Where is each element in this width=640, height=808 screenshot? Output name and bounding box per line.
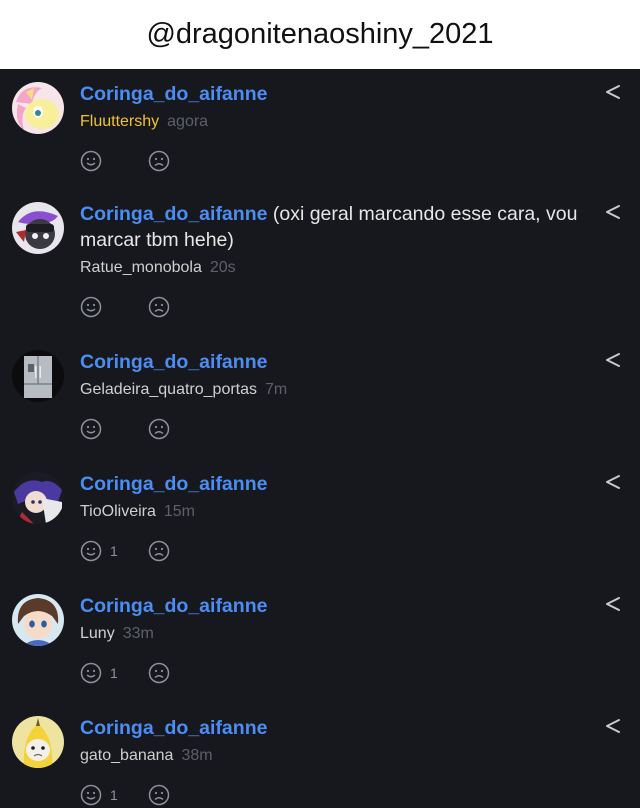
like-button[interactable]: 1 bbox=[80, 784, 118, 806]
dislike-button[interactable] bbox=[148, 296, 170, 318]
reply-arrow-icon[interactable] bbox=[604, 717, 622, 735]
comment-text: Coringa_do_aifanne bbox=[80, 593, 595, 619]
anime-girl-avatar-image bbox=[12, 594, 64, 646]
anime-avatar-image bbox=[12, 472, 64, 524]
smile-icon bbox=[80, 150, 102, 172]
reply-arrow-icon[interactable] bbox=[604, 83, 622, 101]
mention-link[interactable]: Coringa_do_aifanne bbox=[80, 717, 267, 739]
comment-time: 20s bbox=[209, 259, 236, 276]
reply-arrow-icon[interactable] bbox=[604, 595, 622, 613]
frown-icon bbox=[148, 418, 170, 440]
refrigerator-avatar-image bbox=[12, 350, 64, 402]
dislike-button[interactable] bbox=[148, 662, 170, 684]
mention-link[interactable]: Coringa_do_aifanne bbox=[80, 595, 267, 617]
frown-icon bbox=[148, 540, 170, 562]
dislike-button[interactable] bbox=[148, 418, 170, 440]
comment-time: 33m bbox=[122, 625, 154, 642]
like-count: 1 bbox=[110, 543, 118, 559]
comment-time: 38m bbox=[181, 747, 213, 764]
pony-avatar-image bbox=[12, 82, 64, 134]
comment-author[interactable]: Ratue_monobola bbox=[80, 259, 202, 276]
like-count: 1 bbox=[110, 665, 118, 681]
comment-text: Coringa_do_aifanne (oxi geral marcando e… bbox=[80, 201, 595, 253]
avatar[interactable] bbox=[12, 82, 64, 134]
mention-link[interactable]: Coringa_do_aifanne bbox=[80, 83, 267, 105]
frown-icon bbox=[148, 662, 170, 684]
smile-icon bbox=[80, 784, 102, 806]
avatar[interactable] bbox=[12, 350, 64, 402]
page-title: @dragonitenaoshiny_2021 bbox=[146, 18, 494, 50]
page-header: @dragonitenaoshiny_2021 bbox=[0, 0, 640, 69]
character-avatar-image bbox=[12, 202, 64, 254]
comment-text: Coringa_do_aifanne bbox=[80, 471, 595, 497]
comment-author[interactable]: Luny bbox=[80, 625, 115, 642]
comment-author[interactable]: gato_banana bbox=[80, 747, 173, 764]
comment-text: Coringa_do_aifanne bbox=[80, 81, 595, 107]
avatar[interactable] bbox=[12, 716, 64, 768]
frown-icon bbox=[148, 296, 170, 318]
comment-author[interactable]: TioOliveira bbox=[80, 503, 156, 520]
banana-cat-avatar-image bbox=[12, 716, 64, 768]
mention-link[interactable]: Coringa_do_aifanne bbox=[80, 351, 267, 373]
smile-icon bbox=[80, 540, 102, 562]
avatar[interactable] bbox=[12, 202, 64, 254]
avatar[interactable] bbox=[12, 594, 64, 646]
comment-text: Coringa_do_aifanne bbox=[80, 349, 595, 375]
smile-icon bbox=[80, 662, 102, 684]
frown-icon bbox=[148, 150, 170, 172]
smile-icon bbox=[80, 296, 102, 318]
like-button[interactable] bbox=[80, 296, 110, 318]
frown-icon bbox=[148, 784, 170, 806]
like-button[interactable]: 1 bbox=[80, 540, 118, 562]
dislike-button[interactable] bbox=[148, 784, 170, 806]
like-button[interactable] bbox=[80, 150, 110, 172]
comment-author[interactable]: Fluuttershy bbox=[80, 113, 159, 130]
smile-icon bbox=[80, 418, 102, 440]
like-button[interactable]: 1 bbox=[80, 662, 118, 684]
reply-arrow-icon[interactable] bbox=[604, 203, 622, 221]
like-button[interactable] bbox=[80, 418, 110, 440]
mention-link[interactable]: Coringa_do_aifanne bbox=[80, 203, 267, 225]
comment-text: Coringa_do_aifanne bbox=[80, 715, 595, 741]
reply-arrow-icon[interactable] bbox=[604, 351, 622, 369]
reply-arrow-icon[interactable] bbox=[604, 473, 622, 491]
comment-time: 7m bbox=[265, 381, 288, 398]
like-count: 1 bbox=[110, 787, 118, 803]
dislike-button[interactable] bbox=[148, 150, 170, 172]
comment-list: Coringa_do_aifanne Fluuttershy agora Cor… bbox=[0, 69, 640, 806]
mention-link[interactable]: Coringa_do_aifanne bbox=[80, 473, 267, 495]
comment-time: 15m bbox=[163, 503, 195, 520]
comment-time: agora bbox=[167, 113, 209, 130]
dislike-button[interactable] bbox=[148, 540, 170, 562]
avatar[interactable] bbox=[12, 472, 64, 524]
comment-author[interactable]: Geladeira_quatro_portas bbox=[80, 381, 257, 398]
